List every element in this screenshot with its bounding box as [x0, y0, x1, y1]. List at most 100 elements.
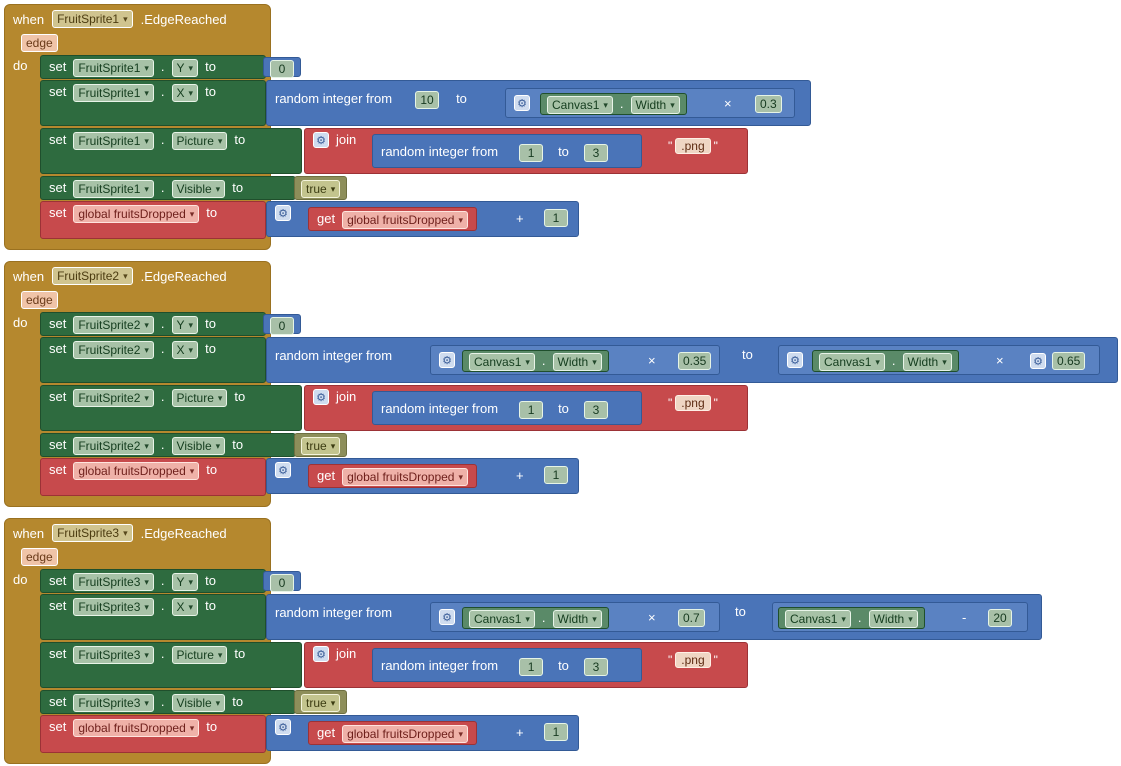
property-dropdown[interactable]: Picture ▾	[171, 646, 228, 664]
random-integer-block[interactable]: random integer from 1 to 3	[372, 391, 642, 425]
number-value[interactable]: 0	[270, 317, 294, 335]
true-value[interactable]: true ▾	[301, 694, 341, 712]
property-dropdown[interactable]: Width ▾	[552, 353, 602, 371]
gear-icon[interactable]: ⚙	[514, 95, 530, 111]
component-dropdown[interactable]: FruitSprite1 ▾	[73, 180, 154, 198]
component-dropdown[interactable]: FruitSprite1 ▾	[73, 84, 154, 102]
property-dropdown[interactable]: Visible ▾	[171, 437, 226, 455]
get-global-block[interactable]: get global fruitsDropped ▾	[308, 721, 478, 745]
boolean-block[interactable]: true ▾	[294, 690, 348, 714]
canvas-width-getter[interactable]: Canvas1 ▾ . Width ▾	[778, 607, 925, 629]
increment-value[interactable]: 1	[544, 723, 568, 741]
gear-icon[interactable]: ⚙	[275, 462, 291, 478]
property-dropdown[interactable]: Width ▾	[868, 610, 918, 628]
component-dropdown[interactable]: Canvas1 ▾	[469, 610, 535, 628]
from-value[interactable]: 10	[415, 91, 440, 109]
gear-icon[interactable]: ⚙	[439, 352, 455, 368]
component-dropdown[interactable]: FruitSprite3 ▾	[52, 524, 133, 542]
property-dropdown[interactable]: Visible ▾	[171, 180, 226, 198]
get-global-block[interactable]: get global fruitsDropped ▾	[308, 464, 478, 488]
gear-icon[interactable]: ⚙	[275, 205, 291, 221]
canvas-width-getter[interactable]: Canvas1 ▾ . Width ▾	[812, 350, 959, 372]
increment-value[interactable]: 1	[544, 209, 568, 227]
set-y-block[interactable]: set FruitSprite2 ▾ . Y ▾ to	[40, 312, 266, 336]
gear-icon[interactable]: ⚙	[275, 719, 291, 735]
factor-value[interactable]: 0.3	[755, 95, 782, 113]
set-global-block[interactable]: set global fruitsDropped ▾ to	[40, 715, 266, 753]
subtract-value[interactable]: 20	[988, 609, 1012, 627]
from-value[interactable]: 1	[519, 144, 544, 162]
gear-icon[interactable]: ⚙	[313, 389, 329, 405]
true-value[interactable]: true ▾	[301, 437, 341, 455]
event-parameter[interactable]: edge	[21, 291, 58, 309]
component-dropdown[interactable]: FruitSprite2 ▾	[73, 341, 154, 359]
variable-dropdown[interactable]: global fruitsDropped ▾	[342, 211, 469, 229]
variable-dropdown[interactable]: global fruitsDropped ▾	[73, 462, 200, 480]
gear-icon[interactable]: ⚙	[313, 646, 329, 662]
property-dropdown[interactable]: X ▾	[171, 84, 199, 102]
property-dropdown[interactable]: Picture ▾	[171, 132, 228, 150]
text-string[interactable]: " .png "	[668, 652, 718, 668]
set-x-block[interactable]: set FruitSprite2 ▾ . X ▾ to	[40, 337, 266, 383]
to-value[interactable]: 3	[583, 144, 608, 162]
property-dropdown[interactable]: Width ▾	[552, 610, 602, 628]
set-picture-block[interactable]: set FruitSprite3 ▾ . Picture ▾ to	[40, 642, 302, 688]
component-dropdown[interactable]: FruitSprite2 ▾	[73, 316, 154, 334]
set-y-block[interactable]: set FruitSprite3 ▾ . Y ▾ to	[40, 569, 266, 593]
set-visible-block[interactable]: set FruitSprite3 ▾ . Visible ▾ to	[40, 690, 296, 714]
variable-dropdown[interactable]: global fruitsDropped ▾	[342, 725, 469, 743]
component-dropdown[interactable]: FruitSprite1 ▾	[52, 10, 133, 28]
component-dropdown[interactable]: FruitSprite3 ▾	[73, 646, 154, 664]
random-integer-block[interactable]: random integer from 1 to 3	[372, 648, 642, 682]
get-global-block[interactable]: get global fruitsDropped ▾	[308, 207, 478, 231]
factor-value[interactable]: 0.65	[1052, 352, 1086, 370]
component-dropdown[interactable]: Canvas1 ▾	[785, 610, 851, 628]
variable-dropdown[interactable]: global fruitsDropped ▾	[73, 205, 200, 223]
component-dropdown[interactable]: FruitSprite1 ▾	[73, 132, 154, 150]
component-dropdown[interactable]: Canvas1 ▾	[469, 353, 535, 371]
true-value[interactable]: true ▾	[301, 180, 341, 198]
gear-icon[interactable]: ⚙	[787, 352, 803, 368]
random-integer-block[interactable]: random integer from 1 to 3	[372, 134, 642, 168]
set-visible-block[interactable]: set FruitSprite2 ▾ . Visible ▾ to	[40, 433, 296, 457]
property-dropdown[interactable]: Visible ▾	[171, 694, 226, 712]
component-dropdown[interactable]: FruitSprite3 ▾	[73, 573, 154, 591]
property-dropdown[interactable]: Picture ▾	[171, 389, 228, 407]
property-dropdown[interactable]: Y ▾	[171, 316, 199, 334]
component-dropdown[interactable]: Canvas1 ▾	[819, 353, 885, 371]
set-picture-block[interactable]: set FruitSprite2 ▾ . Picture ▾ to	[40, 385, 302, 431]
set-x-block[interactable]: set FruitSprite1 ▾ . X ▾ to	[40, 80, 266, 126]
set-global-block[interactable]: set global fruitsDropped ▾ to	[40, 458, 266, 496]
text-string[interactable]: " .png "	[668, 395, 718, 411]
gear-icon[interactable]: ⚙	[1030, 353, 1046, 369]
number-block[interactable]: 0	[263, 57, 301, 78]
set-x-block[interactable]: set FruitSprite3 ▾ . X ▾ to	[40, 594, 266, 640]
number-block[interactable]: 0	[263, 314, 301, 335]
property-dropdown[interactable]: Y ▾	[171, 59, 199, 77]
component-dropdown[interactable]: FruitSprite2 ▾	[73, 389, 154, 407]
property-dropdown[interactable]: X ▾	[171, 341, 199, 359]
number-value[interactable]: 0	[270, 574, 294, 592]
component-dropdown[interactable]: FruitSprite1 ▾	[73, 59, 154, 77]
component-dropdown[interactable]: FruitSprite3 ▾	[73, 694, 154, 712]
gear-icon[interactable]: ⚙	[313, 132, 329, 148]
component-dropdown[interactable]: FruitSprite2 ▾	[52, 267, 133, 285]
increment-value[interactable]: 1	[544, 466, 568, 484]
property-dropdown[interactable]: Y ▾	[171, 573, 199, 591]
set-visible-block[interactable]: set FruitSprite1 ▾ . Visible ▾ to	[40, 176, 296, 200]
variable-dropdown[interactable]: global fruitsDropped ▾	[73, 719, 200, 737]
boolean-block[interactable]: true ▾	[294, 176, 348, 200]
component-dropdown[interactable]: Canvas1 ▾	[547, 96, 613, 114]
factor-value[interactable]: 0.7	[678, 609, 705, 627]
property-dropdown[interactable]: Width ▾	[630, 96, 680, 114]
set-picture-block[interactable]: set FruitSprite1 ▾ . Picture ▾ to	[40, 128, 302, 174]
event-parameter[interactable]: edge	[21, 548, 58, 566]
canvas-width-getter[interactable]: Canvas1 ▾ . Width ▾	[462, 607, 609, 629]
text-string[interactable]: " .png "	[668, 138, 718, 154]
event-parameter[interactable]: edge	[21, 34, 58, 52]
number-value[interactable]: 0	[270, 60, 294, 78]
variable-dropdown[interactable]: global fruitsDropped ▾	[342, 468, 469, 486]
property-dropdown[interactable]: Width ▾	[902, 353, 952, 371]
property-dropdown[interactable]: X ▾	[171, 598, 199, 616]
factor-value[interactable]: 0.35	[678, 352, 712, 370]
